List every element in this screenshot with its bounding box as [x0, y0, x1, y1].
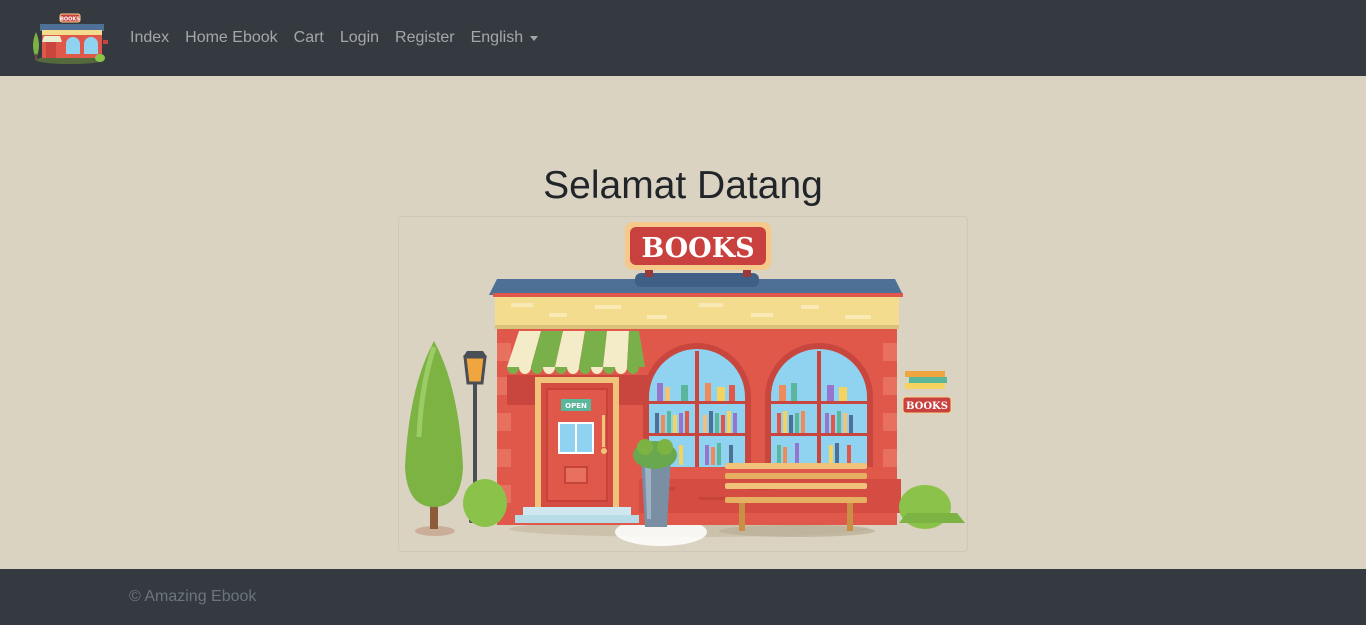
bookstore-illustration: BOOKS OPEN BOOKS	[398, 216, 968, 552]
nav-link-home-ebook[interactable]: Home Ebook	[177, 29, 286, 47]
chevron-down-icon	[530, 35, 539, 41]
small-books-sign: BOOKS	[906, 401, 948, 412]
nav-link-index[interactable]: Index	[122, 29, 177, 47]
footer: © Amazing Ebook	[0, 569, 1366, 625]
door-open-sign: OPEN	[565, 402, 587, 410]
logo-sign-text: BOOKS	[60, 17, 80, 23]
nav-link-cart[interactable]: Cart	[286, 29, 332, 47]
bookstore-logo-icon[interactable]: BOOKS	[28, 10, 109, 66]
navbar: BOOKS Index Home Ebook Cart Login Regist…	[0, 0, 1366, 76]
footer-copyright: © Amazing Ebook	[129, 588, 257, 605]
language-dropdown[interactable]: English	[463, 29, 546, 47]
page-title: Selamat Datang	[543, 164, 823, 207]
language-selected-label: English	[470, 29, 524, 46]
nav-link-login[interactable]: Login	[332, 29, 387, 47]
nav-link-register[interactable]: Register	[387, 29, 463, 47]
store-sign-text: BOOKS	[641, 233, 754, 264]
nav-menu: Index Home Ebook Cart Login Register Eng…	[122, 0, 546, 76]
